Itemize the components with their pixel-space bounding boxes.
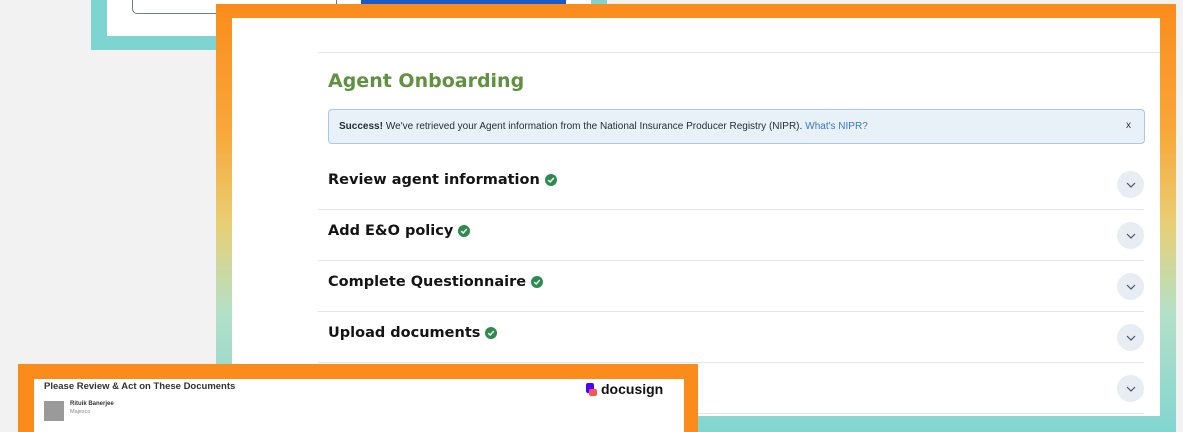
close-icon[interactable]: x bbox=[1126, 120, 1131, 131]
chevron-down-icon[interactable] bbox=[1117, 273, 1144, 300]
section-label: Add E&O policy bbox=[328, 223, 454, 239]
section-complete-questionnaire[interactable]: Complete Questionnaire bbox=[318, 261, 1144, 312]
avatar bbox=[44, 401, 64, 421]
sender-name: Rituik Banerjee bbox=[70, 401, 114, 407]
section-add-eo-policy[interactable]: Add E&O policy bbox=[318, 210, 1144, 261]
screenshot-stage: Agent Onboarding Success! We've retrieve… bbox=[0, 0, 1183, 432]
docusign-logo-icon bbox=[586, 382, 597, 396]
section-label: Review agent information bbox=[328, 172, 540, 188]
check-circle-icon bbox=[544, 174, 557, 186]
chevron-down-icon[interactable] bbox=[1117, 171, 1144, 198]
section-review-agent-information[interactable]: Review agent information bbox=[318, 159, 1144, 210]
chevron-down-icon[interactable] bbox=[1117, 375, 1144, 402]
alert-message: We've retrieved your Agent information f… bbox=[385, 121, 803, 132]
docusign-brand: docusign bbox=[601, 381, 664, 397]
whats-nipr-link[interactable]: What's NIPR? bbox=[805, 121, 867, 132]
docusign-card: Please Review & Act on These Documents d… bbox=[34, 379, 684, 432]
sender-company: Majesco bbox=[70, 409, 91, 415]
check-circle-icon bbox=[458, 225, 471, 237]
docusign-logo: docusign bbox=[586, 381, 663, 397]
section-label: Complete Questionnaire bbox=[328, 274, 527, 290]
section-upload-documents[interactable]: Upload documents bbox=[318, 312, 1144, 363]
success-alert: Success! We've retrieved your Agent info… bbox=[328, 109, 1145, 144]
alert-strong: Success! bbox=[339, 121, 383, 132]
divider bbox=[318, 52, 1160, 53]
check-circle-icon bbox=[531, 276, 544, 288]
chevron-down-icon[interactable] bbox=[1117, 324, 1144, 351]
docusign-frame: Please Review & Act on These Documents d… bbox=[18, 364, 698, 432]
section-label: Upload documents bbox=[328, 325, 481, 341]
check-circle-icon bbox=[485, 327, 498, 339]
docusign-title: Please Review & Act on These Documents bbox=[44, 381, 236, 392]
onboarding-card: Agent Onboarding Success! We've retrieve… bbox=[232, 18, 1160, 416]
chevron-down-icon[interactable] bbox=[1117, 222, 1144, 249]
page-title: Agent Onboarding bbox=[328, 70, 525, 92]
